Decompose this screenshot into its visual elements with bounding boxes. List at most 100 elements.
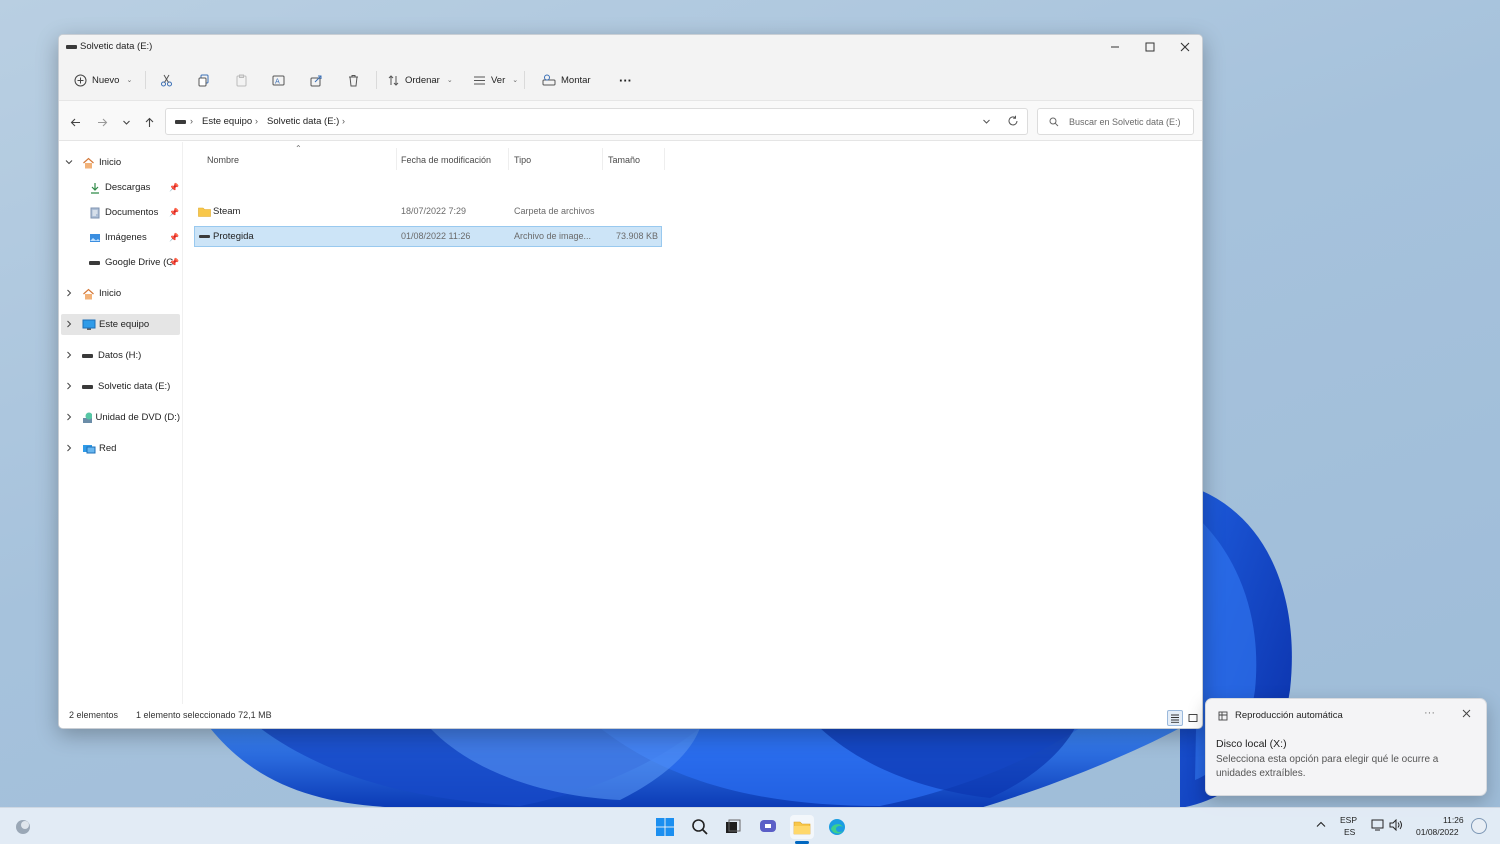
toolbar-divider bbox=[376, 71, 377, 89]
column-header-size[interactable]: Tamaño bbox=[608, 155, 640, 165]
navigation-bar: › Este equipo › Solvetic data (E:) › Bus… bbox=[59, 101, 1202, 141]
new-button[interactable]: Nuevo ⌄ bbox=[69, 68, 137, 92]
home-icon bbox=[83, 157, 94, 168]
sidebar-item-solvetic-data[interactable]: Solvetic data (E:) bbox=[59, 376, 180, 397]
sidebar-item-label: Google Drive (G bbox=[105, 257, 174, 268]
refresh-icon[interactable] bbox=[1007, 115, 1019, 130]
breadcrumb-this-pc[interactable]: Este equipo bbox=[202, 116, 252, 127]
sidebar-item-label: Inicio bbox=[99, 288, 122, 299]
list-view-icon bbox=[474, 76, 485, 84]
file-explorer-taskbar-button[interactable] bbox=[790, 815, 814, 839]
sidebar-item-este-equipo[interactable]: Este equipo bbox=[61, 314, 180, 335]
plus-circle-icon bbox=[74, 74, 87, 86]
start-button[interactable] bbox=[653, 815, 677, 839]
table-row[interactable]: Steam 18/07/2022 7:29 Carpeta de archivo… bbox=[194, 201, 662, 222]
up-button[interactable] bbox=[139, 112, 159, 132]
column-header-name[interactable]: Nombre bbox=[207, 155, 239, 165]
sidebar-item-label: Este equipo bbox=[99, 319, 150, 330]
chevron-right-icon bbox=[64, 381, 74, 394]
column-header-date[interactable]: Fecha de modificación bbox=[401, 155, 491, 165]
breadcrumb-solvetic-data[interactable]: Solvetic data (E:) bbox=[267, 116, 339, 127]
minimize-button[interactable] bbox=[1097, 35, 1132, 59]
sidebar-item-documentos[interactable]: Documentos 📌 bbox=[59, 202, 180, 223]
cut-button[interactable] bbox=[155, 68, 178, 92]
widgets-button[interactable] bbox=[11, 815, 35, 839]
column-divider bbox=[664, 148, 665, 170]
notification-close-button[interactable] bbox=[1462, 709, 1471, 721]
sidebar-item-descargas[interactable]: Descargas 📌 bbox=[59, 177, 180, 198]
windows-logo-icon bbox=[656, 818, 674, 836]
pin-icon: 📌 bbox=[169, 208, 179, 217]
window-title: Solvetic data (E:) bbox=[80, 41, 153, 52]
notification-more-button[interactable]: ··· bbox=[1424, 707, 1435, 719]
back-button[interactable] bbox=[65, 112, 85, 132]
scissors-icon bbox=[161, 74, 172, 86]
large-icons-view-button[interactable] bbox=[1185, 710, 1201, 726]
notifications-badge-icon[interactable] bbox=[1471, 818, 1487, 834]
sidebar-item-datos-h[interactable]: Datos (H:) bbox=[59, 345, 180, 366]
column-divider bbox=[508, 148, 509, 170]
share-icon bbox=[310, 75, 322, 86]
column-header-type[interactable]: Tipo bbox=[514, 155, 531, 165]
maximize-button[interactable] bbox=[1132, 35, 1167, 59]
mount-button[interactable]: Montar bbox=[537, 68, 596, 92]
status-bar: 2 elementos 1 elemento seleccionado 72,1… bbox=[59, 704, 1202, 728]
address-bar[interactable]: › Este equipo › Solvetic data (E:) › bbox=[165, 108, 1028, 135]
sort-button[interactable]: Ordenar ⌄ bbox=[382, 68, 458, 92]
sidebar-item-label: Imágenes bbox=[105, 232, 147, 243]
paste-button[interactable] bbox=[230, 68, 253, 92]
autoplay-icon bbox=[1218, 711, 1228, 721]
more-options-button[interactable]: ··· bbox=[614, 68, 637, 92]
search-button[interactable] bbox=[688, 815, 712, 839]
notification-app-name: Reproducción automática bbox=[1235, 710, 1343, 721]
task-view-button[interactable] bbox=[721, 815, 745, 839]
pin-icon: 📌 bbox=[169, 233, 179, 242]
sort-label: Ordenar bbox=[405, 74, 440, 86]
images-icon bbox=[90, 233, 100, 242]
pin-icon: 📌 bbox=[169, 183, 179, 192]
arrow-left-icon bbox=[70, 118, 80, 126]
chevron-right-icon bbox=[64, 350, 74, 363]
command-bar: Nuevo ⌄ A Ordenar ⌄ Ver ⌄ Montar ··· bbox=[59, 59, 1202, 101]
sidebar-item-imagenes[interactable]: Imágenes 📌 bbox=[59, 227, 180, 248]
recent-locations-button[interactable] bbox=[116, 112, 136, 132]
language-code[interactable]: ESP bbox=[1340, 815, 1357, 825]
sidebar-item-inicio[interactable]: Inicio bbox=[59, 152, 180, 173]
chevron-down-icon: ⌄ bbox=[126, 77, 133, 84]
volume-icon[interactable] bbox=[1389, 818, 1403, 833]
autoplay-notification[interactable]: Reproducción automática ··· Disco local … bbox=[1205, 698, 1487, 796]
chevron-right-icon bbox=[64, 443, 74, 456]
navigation-pane: Inicio Descargas 📌 Documentos 📌 Imágenes… bbox=[59, 142, 183, 704]
details-view-button[interactable] bbox=[1167, 710, 1183, 726]
sidebar-item-inicio-2[interactable]: Inicio bbox=[59, 283, 180, 304]
sidebar-item-dvd[interactable]: Unidad de DVD (D:) bbox=[59, 407, 180, 428]
share-button[interactable] bbox=[305, 68, 328, 92]
edge-button[interactable] bbox=[825, 815, 849, 839]
table-row[interactable]: Protegida 01/08/2022 11:26 Archivo de im… bbox=[194, 226, 662, 247]
weather-icon bbox=[16, 820, 30, 834]
show-hidden-icons-button[interactable] bbox=[1316, 820, 1326, 830]
close-button[interactable] bbox=[1167, 35, 1202, 59]
arrow-up-icon bbox=[145, 117, 153, 127]
folder-icon bbox=[198, 207, 211, 217]
toolbar-divider bbox=[145, 71, 146, 89]
teams-chat-button[interactable] bbox=[756, 815, 780, 839]
clock-time[interactable]: 11:26 bbox=[1443, 815, 1464, 825]
delete-button[interactable] bbox=[342, 68, 365, 92]
view-button[interactable]: Ver ⌄ bbox=[468, 68, 523, 92]
disk-image-icon bbox=[199, 235, 210, 238]
minimize-icon bbox=[1110, 46, 1119, 48]
network-status-icon[interactable] bbox=[1371, 819, 1385, 833]
copy-icon bbox=[198, 74, 209, 86]
forward-button[interactable] bbox=[92, 112, 112, 132]
sidebar-item-google-drive[interactable]: Google Drive (G 📌 bbox=[59, 252, 180, 273]
address-history-chevron-icon[interactable] bbox=[982, 117, 991, 129]
sidebar-item-red[interactable]: Red bbox=[59, 438, 180, 459]
search-box[interactable]: Buscar en Solvetic data (E:) bbox=[1037, 108, 1194, 135]
rename-button[interactable]: A bbox=[267, 68, 290, 92]
drive-icon bbox=[66, 45, 77, 49]
toolbar-divider bbox=[524, 71, 525, 89]
search-icon bbox=[692, 819, 708, 835]
chevron-right-icon bbox=[64, 412, 74, 425]
copy-button[interactable] bbox=[192, 68, 215, 92]
